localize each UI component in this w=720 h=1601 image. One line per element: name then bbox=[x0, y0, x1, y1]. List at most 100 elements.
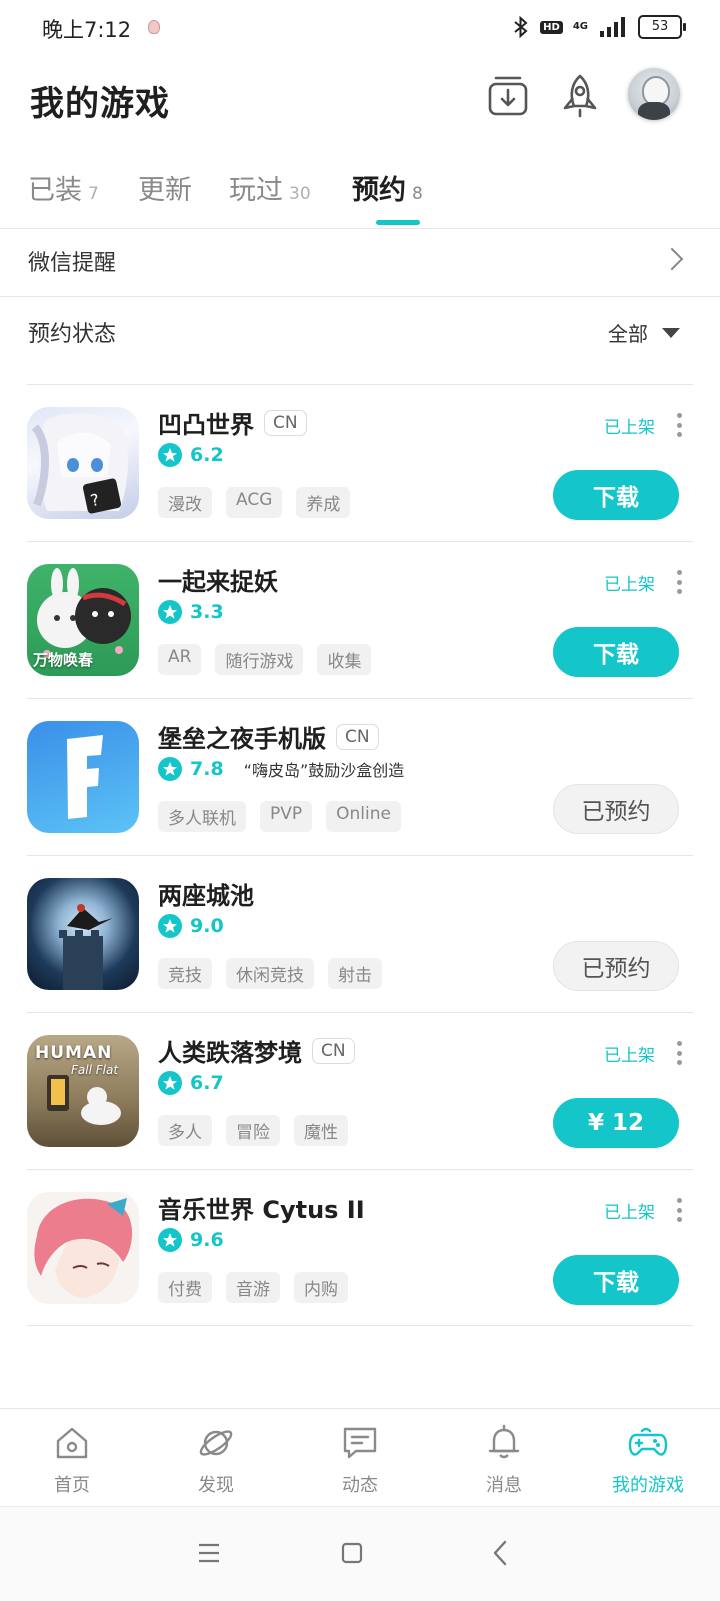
game-tag[interactable]: 内购 bbox=[294, 1272, 348, 1303]
game-icon-fortnite[interactable] bbox=[27, 721, 139, 833]
game-tag[interactable]: ACG bbox=[226, 487, 283, 518]
game-tag[interactable]: 随行游戏 bbox=[215, 644, 304, 675]
rating-score: 9.6 bbox=[190, 1229, 224, 1251]
star-icon bbox=[158, 914, 182, 938]
game-tag[interactable]: AR bbox=[158, 644, 202, 675]
planet-icon bbox=[199, 1430, 233, 1456]
game-icon-aotu[interactable]: ? bbox=[27, 407, 139, 519]
game-tag[interactable]: 收集 bbox=[317, 644, 372, 675]
filter-value: 全部 bbox=[608, 322, 648, 346]
gamepad-icon bbox=[628, 1427, 668, 1456]
game-icon-two-cities[interactable] bbox=[27, 878, 139, 990]
more-options-icon[interactable] bbox=[676, 413, 682, 437]
chat-icon bbox=[343, 1427, 377, 1459]
nav-my-games[interactable]: 我的游戏 bbox=[576, 1409, 720, 1507]
game-icon-zhuoyao[interactable]: 万物唤春 bbox=[27, 564, 139, 676]
download-button[interactable]: 下载 bbox=[553, 627, 679, 677]
game-item[interactable]: HUMAN Fall Flat 人类跌落梦境 CN 6.7 多人 冒险 魔性 已上… bbox=[0, 1013, 720, 1169]
game-tag[interactable]: 养成 bbox=[296, 487, 351, 518]
star-icon bbox=[158, 1071, 182, 1095]
rating-score: 6.7 bbox=[190, 1072, 224, 1094]
game-tag[interactable]: Online bbox=[326, 801, 401, 832]
download-manager-icon[interactable] bbox=[484, 72, 532, 120]
reserve-status-row: 预约状态 全部 bbox=[0, 300, 720, 366]
divider bbox=[0, 296, 720, 297]
game-tag[interactable]: 冒险 bbox=[226, 1115, 280, 1146]
notification-icon bbox=[148, 20, 160, 34]
game-tag[interactable]: 魔性 bbox=[294, 1115, 348, 1146]
bell-icon bbox=[488, 1424, 520, 1459]
tab-updates[interactable]: 更新 bbox=[138, 168, 198, 207]
game-item[interactable]: 万物唤春 一起来捉妖 3.3 AR 随行游戏 收集 已上架 下载 bbox=[0, 542, 720, 698]
game-tag[interactable]: 付费 bbox=[158, 1272, 212, 1303]
nav-label: 我的游戏 bbox=[612, 1475, 684, 1496]
more-options-icon[interactable] bbox=[676, 570, 682, 594]
release-status: 已上架 bbox=[604, 418, 655, 438]
more-options-icon[interactable] bbox=[676, 1198, 682, 1222]
tab-indicator bbox=[376, 220, 420, 225]
tab-installed[interactable]: 已装 7 bbox=[28, 168, 99, 207]
signal-icon bbox=[600, 17, 625, 37]
release-status: 已上架 bbox=[604, 575, 655, 595]
game-tag[interactable]: 漫改 bbox=[158, 487, 212, 518]
download-button[interactable]: 下载 bbox=[553, 470, 679, 520]
page-title: 我的游戏 bbox=[30, 84, 170, 124]
tab-reserved[interactable]: 预约 8 bbox=[352, 168, 423, 207]
status-filter-dropdown[interactable]: 全部 bbox=[608, 318, 680, 347]
game-tag[interactable]: 射击 bbox=[328, 958, 382, 989]
game-tag[interactable]: 音游 bbox=[226, 1272, 280, 1303]
game-tags: 漫改 ACG 养成 bbox=[158, 487, 351, 518]
game-item[interactable]: 堡垒之夜手机版 CN 7.8 “嗨皮岛”鼓励沙盒创造 多人联机 PVP Onlin… bbox=[0, 699, 720, 855]
reserve-status-label: 预约状态 bbox=[28, 322, 117, 347]
game-icon-logo-line1: HUMAN bbox=[35, 1043, 113, 1063]
game-tag[interactable]: 竞技 bbox=[158, 958, 212, 989]
release-status: 已上架 bbox=[604, 1046, 655, 1066]
game-tags: 付费 音游 内购 bbox=[158, 1272, 348, 1303]
status-time: 晚上7:12 bbox=[42, 18, 132, 42]
game-rating: 9.6 bbox=[158, 1228, 224, 1252]
status-bar: 晚上7:12 HD 4G 53 bbox=[0, 0, 720, 56]
game-item[interactable]: 两座城池 9.0 竞技 休闲竞技 射击 已预约 bbox=[0, 856, 720, 1012]
avatar[interactable] bbox=[628, 68, 680, 120]
game-icon-caption: 万物唤春 bbox=[33, 651, 94, 669]
tab-bar: 已装 7 更新 玩过 30 预约 8 bbox=[0, 160, 720, 228]
network-type: 4G bbox=[572, 21, 588, 32]
more-options-icon[interactable] bbox=[676, 1041, 682, 1065]
menu-icon[interactable] bbox=[196, 1541, 222, 1565]
rating-score: 6.2 bbox=[190, 444, 224, 466]
game-icon-cytus[interactable] bbox=[27, 1192, 139, 1304]
game-tags: 竞技 休闲竞技 射击 bbox=[158, 958, 382, 989]
game-name: 堡垒之夜手机版 CN bbox=[158, 719, 379, 754]
buy-button[interactable]: ¥ 12 bbox=[553, 1098, 679, 1148]
game-tag[interactable]: PVP bbox=[260, 801, 313, 832]
game-tags: 多人联机 PVP Online bbox=[158, 801, 401, 832]
game-tag[interactable]: 多人联机 bbox=[158, 801, 246, 832]
home-icon bbox=[56, 1427, 88, 1459]
download-button[interactable]: 下载 bbox=[553, 1255, 679, 1305]
nav-discover[interactable]: 发现 bbox=[144, 1409, 288, 1507]
game-tag[interactable]: 多人 bbox=[158, 1115, 212, 1146]
nav-messages[interactable]: 消息 bbox=[432, 1409, 576, 1507]
back-icon[interactable] bbox=[490, 1539, 510, 1567]
rocket-icon[interactable] bbox=[556, 72, 604, 120]
home-square-icon[interactable] bbox=[340, 1541, 364, 1565]
nav-label: 发现 bbox=[198, 1475, 234, 1496]
system-nav-bar bbox=[0, 1506, 720, 1601]
game-icon-logo-line2: Fall Flat bbox=[71, 1063, 119, 1077]
game-name: 人类跌落梦境 CN bbox=[158, 1033, 355, 1068]
game-item[interactable]: ? 凹凸世界 CN 6.2 漫改 ACG 养成 已上架 下载 bbox=[0, 385, 720, 541]
hd-icon: HD bbox=[540, 20, 563, 34]
nav-feed[interactable]: 动态 bbox=[288, 1409, 432, 1507]
reserved-button[interactable]: 已预约 bbox=[553, 784, 679, 834]
game-item[interactable]: 音乐世界 Cytus II 9.6 付费 音游 内购 已上架 下载 bbox=[0, 1170, 720, 1326]
rating-score: 3.3 bbox=[190, 601, 224, 623]
reserved-button[interactable]: 已预约 bbox=[553, 941, 679, 991]
game-icon-human-fall-flat[interactable]: HUMAN Fall Flat bbox=[27, 1035, 139, 1147]
region-badge: CN bbox=[312, 1037, 355, 1064]
nav-label: 动态 bbox=[342, 1475, 378, 1496]
nav-home[interactable]: 首页 bbox=[0, 1409, 144, 1507]
game-tag[interactable]: 休闲竞技 bbox=[226, 958, 314, 989]
wechat-reminder-row[interactable]: 微信提醒 bbox=[0, 229, 720, 295]
region-badge: CN bbox=[336, 723, 379, 750]
tab-played[interactable]: 玩过 30 bbox=[229, 168, 311, 207]
